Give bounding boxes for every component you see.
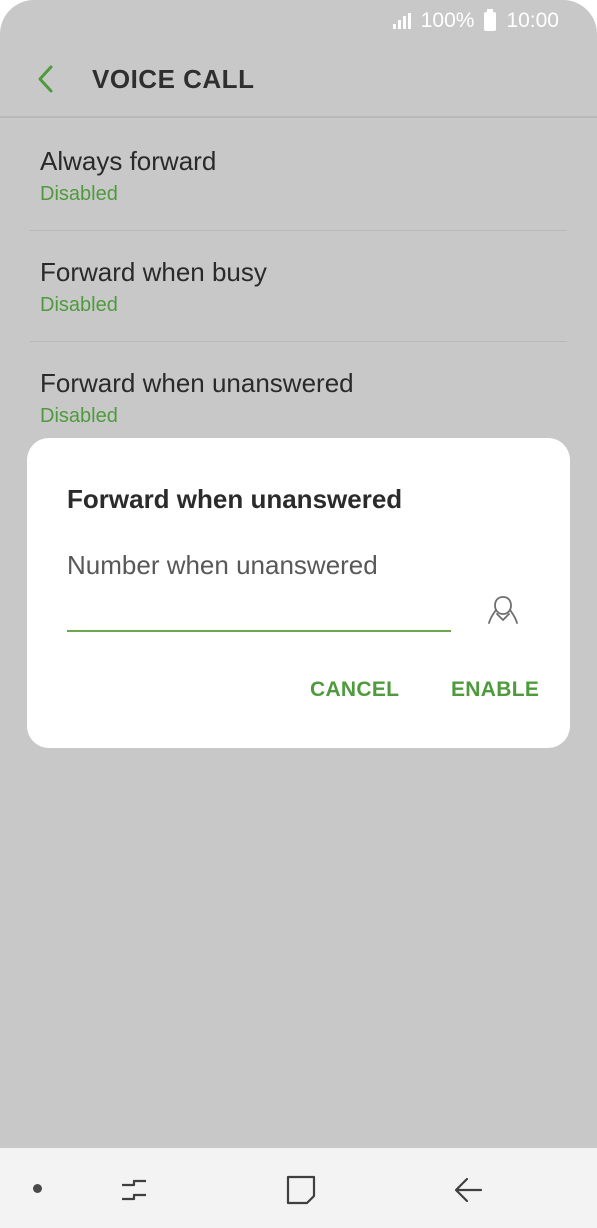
number-input[interactable] — [67, 588, 451, 632]
number-label: Number when unanswered — [67, 550, 378, 580]
list-item-title: Always forward — [40, 146, 217, 176]
clock: 10:00 — [506, 9, 559, 32]
recent-apps-icon — [122, 1179, 146, 1201]
contact-icon — [488, 596, 518, 624]
navigation-bar — [0, 1148, 597, 1228]
list-item-status: Disabled — [40, 294, 118, 316]
enable-button[interactable]: ENABLE — [451, 678, 539, 702]
list-item-title: Forward when unanswered — [40, 368, 354, 398]
contact-picker-button[interactable] — [483, 590, 523, 630]
recent-apps-button[interactable] — [114, 1170, 154, 1210]
signal-icon — [392, 13, 411, 29]
back-button[interactable] — [0, 41, 90, 117]
page-title: VOICE CALL — [92, 63, 255, 94]
home-button[interactable] — [281, 1170, 321, 1210]
hide-nav-dot-icon[interactable] — [33, 1184, 42, 1193]
list-item-status: Disabled — [40, 183, 118, 205]
list-item-forward-unanswered[interactable]: Forward when unanswered Disabled — [30, 342, 567, 453]
battery-percent: 100% — [420, 9, 475, 32]
app-bar: VOICE CALL — [0, 42, 597, 118]
forward-dialog: Forward when unanswered Number when unan… — [27, 438, 570, 748]
dialog-title: Forward when unanswered — [67, 484, 403, 514]
forwarding-list: Always forward Disabled Forward when bus… — [0, 120, 597, 453]
list-item-forward-busy[interactable]: Forward when busy Disabled — [30, 231, 567, 342]
home-icon — [286, 1175, 316, 1205]
cancel-button[interactable]: CANCEL — [310, 678, 399, 702]
list-item-title: Forward when busy — [40, 257, 267, 287]
battery-icon — [484, 8, 497, 31]
nav-back-button[interactable] — [449, 1170, 489, 1210]
back-arrow-icon — [38, 65, 53, 93]
list-item-status: Disabled — [40, 405, 118, 427]
phone-screen: 100% 10:00 VOICE CALL Always forward Dis… — [0, 0, 597, 1228]
back-icon — [454, 1177, 483, 1203]
status-bar: 100% 10:00 — [0, 0, 597, 42]
list-item-always-forward[interactable]: Always forward Disabled — [30, 120, 567, 231]
